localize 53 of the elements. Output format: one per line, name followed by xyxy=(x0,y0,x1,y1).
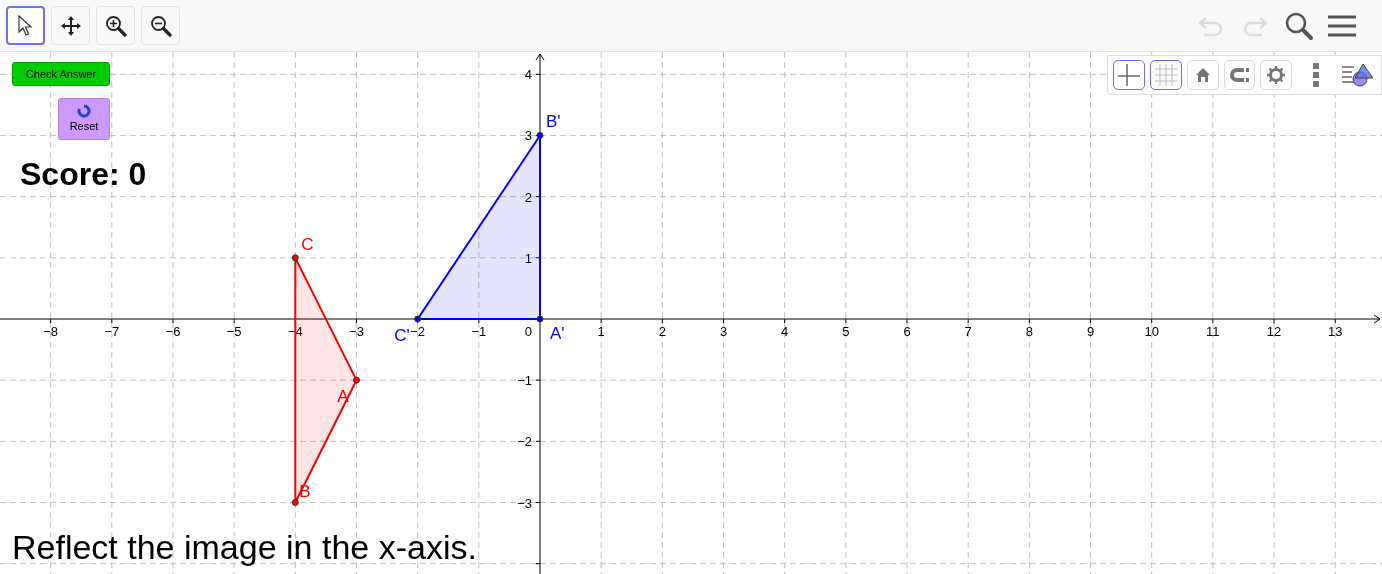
grid-icon xyxy=(1153,63,1178,87)
tick-label: 1 xyxy=(597,324,605,339)
tick-label: 11 xyxy=(1206,324,1220,339)
search-icon[interactable] xyxy=(1284,10,1314,41)
tick-label: 12 xyxy=(1266,324,1282,339)
tick-label: 6 xyxy=(903,324,911,339)
tick-label: −6 xyxy=(165,324,181,339)
tick-label: −2 xyxy=(410,324,426,339)
home-icon xyxy=(1194,67,1211,83)
tick-label: 5 xyxy=(842,324,850,339)
tick-label: 9 xyxy=(1086,324,1095,339)
menu-icon[interactable] xyxy=(1328,13,1356,38)
tick-label: −5 xyxy=(226,324,242,339)
check-answer-button[interactable]: Check Answer xyxy=(12,62,110,86)
instruction-text: Reflect the image in the x-axis. xyxy=(12,530,477,564)
refresh-icon xyxy=(77,103,91,118)
pointer-icon xyxy=(16,14,35,37)
tick-label: 4 xyxy=(781,324,789,339)
reset-button[interactable]: Reset xyxy=(58,98,110,140)
point[interactable] xyxy=(291,499,299,506)
tick-label: −3 xyxy=(349,324,364,339)
magnet-icon xyxy=(1228,66,1251,84)
point-label: C xyxy=(301,234,314,254)
style-toggle[interactable] xyxy=(1113,60,1145,90)
point-label: A' xyxy=(550,324,565,343)
score-text: Score: 0 xyxy=(20,158,147,190)
gear-icon xyxy=(1267,66,1286,84)
style-toggle[interactable] xyxy=(1149,60,1182,90)
shapes-icon xyxy=(1342,62,1375,88)
tick-label: 0 xyxy=(524,324,532,339)
tick-label: 7 xyxy=(964,324,972,339)
tick-label: 3 xyxy=(719,324,728,339)
tick-label: −8 xyxy=(43,324,59,339)
more-icon xyxy=(1313,63,1320,87)
tick-label: 13 xyxy=(1328,324,1343,339)
tick-label: 4 xyxy=(524,67,532,83)
tick-label: 8 xyxy=(1025,324,1033,339)
zoom-out-icon xyxy=(149,14,172,37)
tick-label: −7 xyxy=(104,324,120,339)
tick-label: −2 xyxy=(517,434,532,450)
tick-label: −3 xyxy=(517,495,532,511)
tick-label: −1 xyxy=(517,373,532,389)
tick-label: 2 xyxy=(658,324,666,339)
tick-label: 10 xyxy=(1144,324,1159,339)
tick-label: −1 xyxy=(471,324,487,339)
axes-icon xyxy=(1116,63,1141,87)
point-label: B' xyxy=(546,112,561,132)
zoom-in-icon xyxy=(104,14,127,37)
tool-button[interactable] xyxy=(6,6,45,45)
point[interactable] xyxy=(353,376,360,384)
move-arrows-icon xyxy=(59,14,82,37)
point[interactable] xyxy=(291,254,299,262)
point-label: C' xyxy=(394,326,410,345)
